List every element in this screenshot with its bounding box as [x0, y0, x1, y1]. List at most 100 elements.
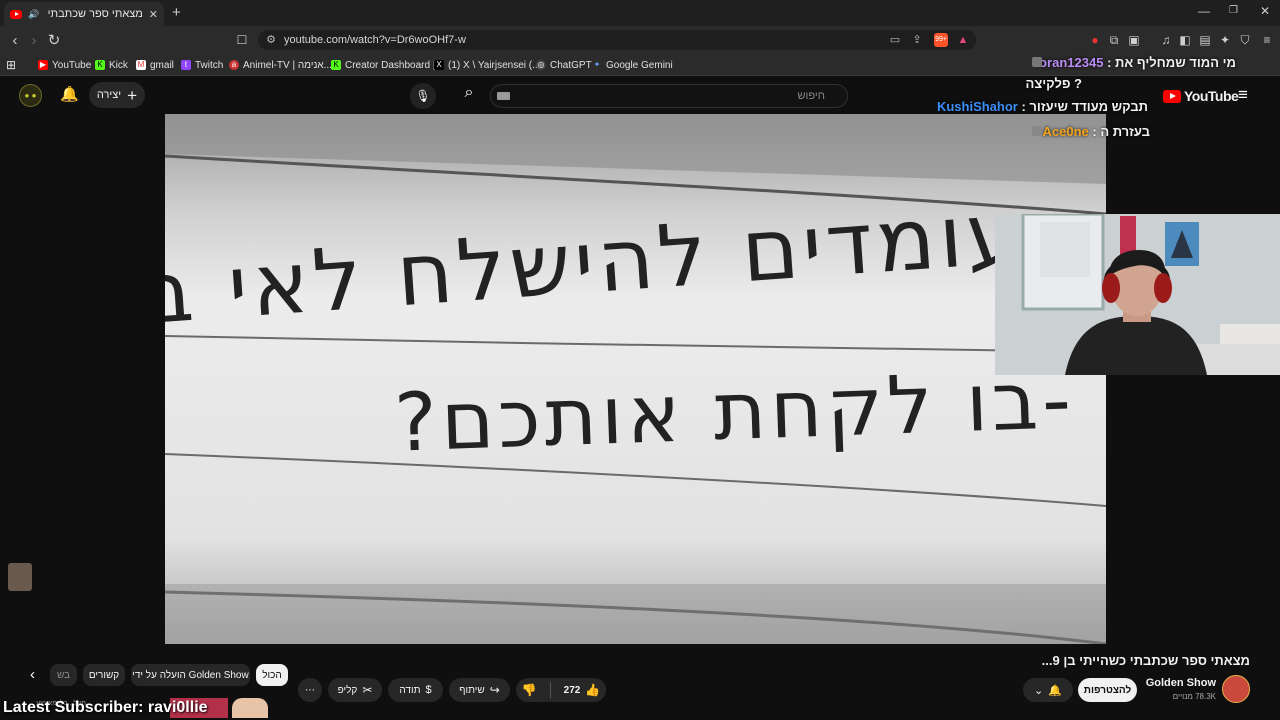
chat-username: KushiShahor	[936, 99, 1018, 114]
create-label: יצירה	[96, 89, 122, 101]
reload-icon[interactable]: ↻	[44, 30, 64, 50]
chatgpt-icon: ◎	[536, 60, 546, 70]
video-title: מצאתי ספר שכתבתי כשהייתי בן 9...	[1041, 653, 1250, 668]
forward-icon[interactable]: ›	[24, 30, 44, 50]
bookmark-icon[interactable]: ☐	[232, 30, 252, 50]
share-button[interactable]: שיתוף ↪	[449, 678, 510, 702]
bookmark-animel[interactable]: a Animel-TV | אנימה...	[229, 57, 332, 73]
twitch-icon: t	[181, 60, 191, 70]
right-margin	[1106, 114, 1280, 644]
chat-message: בעזרת ה : Ace0ne	[1043, 124, 1151, 139]
menu-icon[interactable]: ≡	[1259, 32, 1275, 48]
minimize-icon[interactable]: —	[1198, 4, 1210, 18]
chat-message: מי המוד שמחליף את : oran12345	[1039, 55, 1236, 70]
vpn-shield-icon[interactable]: ⛉	[1237, 32, 1253, 48]
like-count[interactable]: 272	[564, 685, 581, 696]
chat-message: תבקש מעודד שיעזור : KushiShahor	[937, 99, 1148, 114]
hamburger-menu-icon[interactable]: ≡	[1238, 85, 1248, 105]
thanks-icon: $	[425, 684, 432, 696]
bookmark-x[interactable]: X (1) X \ Yairjsensei (...	[434, 57, 540, 73]
youtube-logo-icon	[1163, 89, 1181, 103]
chat-badge-icon	[1032, 126, 1042, 136]
like-icon[interactable]: 👍	[585, 683, 600, 697]
chat-text: בעזרת ה :	[1092, 124, 1150, 139]
apps-grid-icon[interactable]: ⊞	[6, 57, 16, 73]
back-icon[interactable]: ‹	[5, 30, 25, 50]
share-icon: ↪	[489, 683, 500, 697]
chip-uploaded-by[interactable]: הועלה על ידי Golden Show	[131, 664, 250, 686]
bookmark-gmail[interactable]: Mgmail	[136, 57, 174, 73]
x-icon: X	[434, 60, 444, 70]
cast-icon[interactable]: ▭	[888, 33, 902, 47]
bookmark-creator-dashboard[interactable]: K Creator Dashboard |...	[331, 57, 444, 73]
more-icon: ⋯	[305, 684, 315, 696]
leo-ai-icon[interactable]: ✦	[1217, 32, 1233, 48]
brave-shield-icon[interactable]: 99+	[934, 33, 948, 47]
chip-all[interactable]: הכול	[256, 664, 288, 686]
overlay-character-icon	[8, 563, 32, 591]
notification-settings-button[interactable]: ⌄ 🔔	[1023, 678, 1073, 702]
streamer-webcam-illustration	[995, 214, 1280, 375]
overlay-face-icon	[232, 698, 268, 718]
share-page-icon[interactable]: ⇪	[910, 33, 924, 47]
gemini-icon: ✦	[593, 60, 601, 69]
url-field[interactable]: ⚙ youtube.com/watch?v=Dr6woOHf7-w ▭ ⇪ 99…	[258, 30, 976, 50]
channel-avatar[interactable]	[1222, 675, 1250, 703]
chat-text: תבקש מעודד שיעזור :	[1021, 99, 1148, 114]
thanks-button[interactable]: תודה $	[388, 678, 443, 702]
chevron-down-icon: ⌄	[1034, 684, 1044, 697]
youtube-favicon-icon	[10, 9, 22, 19]
plus-icon: +	[127, 85, 138, 105]
subscribe-button[interactable]: להצטרפות	[1078, 678, 1137, 702]
close-window-icon[interactable]: ✕	[1260, 4, 1270, 18]
chat-text: מי המוד שמחליף את :	[1107, 55, 1236, 70]
dislike-icon[interactable]: 👎	[522, 683, 537, 697]
site-info-icon[interactable]: ⚙	[264, 33, 278, 47]
bookmark-gemini[interactable]: ✦ Google Gemini	[592, 57, 673, 73]
brave-rewards-icon[interactable]: ▲	[956, 33, 970, 47]
restore-icon[interactable]: ❐	[1229, 5, 1238, 16]
chat-badge-icon	[1032, 57, 1042, 67]
search-input[interactable]: חיפוש	[490, 84, 848, 108]
close-tab-icon[interactable]: ✕	[149, 8, 158, 21]
clip-button[interactable]: קליפ ✂	[328, 678, 382, 702]
kick-icon: K	[95, 60, 105, 70]
video-player[interactable]: עומדים להישלח לאי ב -בו לקחת אותכם?	[165, 114, 1106, 644]
subscriber-count: 78.3K מנויים	[1172, 692, 1216, 701]
gmail-icon: M	[136, 60, 146, 70]
sidebar-icon[interactable]: ◧	[1177, 32, 1193, 48]
bookmark-chatgpt[interactable]: ◎ ChatGPT	[536, 57, 592, 73]
youtube-logo[interactable]: YouTube	[1163, 88, 1239, 104]
kick-icon: K	[331, 60, 341, 70]
url-text: youtube.com/watch?v=Dr6woOHf7-w	[284, 34, 466, 46]
channel-name[interactable]: Golden Show	[1146, 677, 1216, 689]
search-button-icon[interactable]: ⌕	[454, 84, 484, 108]
notifications-bell-icon[interactable]: 🔔	[60, 85, 79, 103]
chips-scroll-left-icon[interactable]: ‹	[30, 666, 35, 683]
chat-message: ? פלקיצה	[1026, 76, 1082, 91]
bookmark-twitch[interactable]: t Twitch	[181, 57, 223, 73]
more-actions-button[interactable]: ⋯	[298, 678, 322, 702]
chip-related[interactable]: קשורים	[83, 664, 125, 686]
speaker-icon[interactable]: 🔊	[28, 9, 39, 20]
new-tab-icon[interactable]: +	[172, 4, 181, 21]
latest-subscriber-text: Latest Subscriber: ravi0llie	[3, 699, 208, 716]
record-extension-icon[interactable]: ●	[1087, 32, 1103, 48]
screenshot-icon[interactable]: ▣	[1126, 32, 1142, 48]
media-icon[interactable]: ♫	[1158, 32, 1174, 48]
account-avatar[interactable]: ● ●	[19, 84, 42, 107]
bell-icon: 🔔	[1048, 684, 1062, 697]
chat-username: Ace0ne	[1042, 124, 1089, 139]
extensions-icon[interactable]: ⧉	[1106, 32, 1122, 48]
bookmark-youtube[interactable]: ▶ YouTube	[38, 57, 91, 73]
chip-partial[interactable]: בש	[50, 664, 77, 686]
voice-search-icon[interactable]: 🎙	[410, 83, 436, 109]
browser-tab[interactable]: 🔊 מצאתי ספר שכתבתי כשהייתי בן 9 ✕	[4, 2, 164, 26]
keyboard-icon[interactable]	[497, 92, 510, 100]
like-dislike-group: 👎 272 👍	[516, 678, 606, 702]
wallet-icon[interactable]: ▤	[1197, 32, 1213, 48]
youtube-icon: ▶	[38, 60, 48, 70]
scissors-icon: ✂	[362, 683, 373, 697]
bookmark-kick[interactable]: K Kick	[95, 57, 128, 73]
create-button[interactable]: יצירה +	[89, 82, 145, 108]
